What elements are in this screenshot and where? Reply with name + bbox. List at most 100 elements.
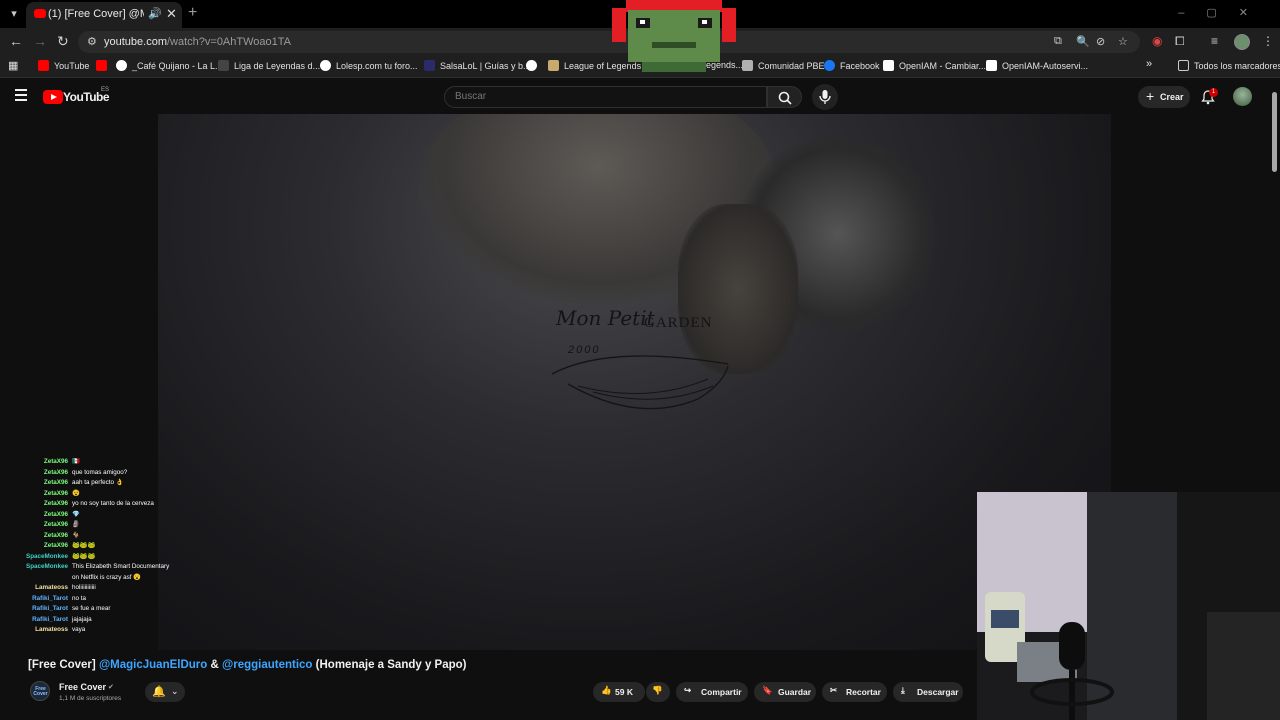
chat-message-text: 🐐 — [72, 531, 80, 539]
page-scrollbar[interactable] — [1272, 92, 1277, 172]
bookmark-openiam-autoservi[interactable]: OpenIAM-Autoservi... — [986, 60, 1088, 71]
chat-username[interactable]: ZetaX96 — [0, 500, 68, 508]
menu-icon[interactable] — [15, 89, 29, 101]
chat-message-text: aah ta perfecto 👌 — [72, 479, 124, 486]
share-icon: ↪ — [684, 685, 692, 695]
chat-username[interactable]: ZetaX96 — [0, 532, 68, 540]
chat-username[interactable]: Lamateoss — [0, 584, 68, 592]
chat-message-text: que tomas amigoo? — [72, 468, 128, 476]
globe-icon — [320, 60, 331, 71]
bookmark-openiam-cambiar[interactable]: OpenIAM - Cambiar... — [883, 60, 986, 71]
video-player[interactable]: Mon Petit GARDEN 2000 — [158, 114, 1111, 650]
more-bookmarks-icon[interactable]: » — [1146, 58, 1152, 70]
tab-search-icon[interactable]: ▾ — [6, 6, 22, 22]
dislike-button[interactable]: 👎 — [646, 682, 670, 702]
media-controls-icon[interactable]: ≡ — [1211, 34, 1218, 48]
speaker-icon[interactable]: 🔊 — [148, 7, 162, 20]
youtube-logo-icon[interactable] — [43, 90, 63, 104]
chat-message-text: 🐸🐸🐸 — [72, 552, 96, 560]
bookmark-cafe-quijano[interactable]: _Café Quijano - La L... — [116, 60, 223, 71]
forward-icon[interactable]: → — [33, 33, 47, 49]
zoom-icon[interactable]: 🔍 — [1076, 35, 1090, 48]
subscription-notifications-button[interactable]: 🔔 ⌄ — [145, 682, 185, 702]
chat-message-text: yo no soy tanto de la cerveza — [72, 500, 154, 507]
bookmark-salsalol[interactable]: SalsaLoL | Guías y b... — [424, 60, 531, 71]
search-button[interactable] — [767, 86, 802, 108]
create-button[interactable]: + Crear — [1138, 86, 1190, 108]
close-tab-icon[interactable]: ✕ — [166, 6, 177, 22]
chat-message-text: vaya — [72, 626, 86, 633]
chat-username[interactable]: ZetaX96 — [0, 542, 68, 550]
extension-icon[interactable]: ◉ — [1152, 34, 1162, 48]
bookmark-facebook[interactable]: Facebook — [824, 60, 880, 71]
chat-username[interactable]: ZetaX96 — [0, 458, 68, 466]
window-controls[interactable]: –▢✕ — [1178, 6, 1270, 19]
youtube-favicon-icon — [34, 9, 46, 18]
channel-name[interactable]: Free Cover — [59, 682, 106, 692]
account-avatar[interactable] — [1233, 87, 1252, 106]
plus-icon: + — [1146, 88, 1155, 104]
channel-avatar[interactable]: Free Cover — [30, 681, 50, 701]
share-button[interactable]: ↪ Compartir — [676, 682, 748, 702]
voice-search-button[interactable] — [812, 84, 838, 110]
chat-message-text: holiiiiiiiiiii — [72, 584, 96, 591]
site-info-icon[interactable]: ⚙ — [87, 35, 97, 48]
eye-off-icon[interactable]: ⊘ — [1096, 35, 1105, 48]
install-app-icon[interactable]: ⧉ — [1054, 35, 1062, 48]
subscriber-count: 1,1 M de suscriptores — [59, 695, 122, 702]
back-icon[interactable]: ← — [9, 33, 23, 49]
mention-link[interactable]: @MagicJuanElDuro — [99, 659, 207, 671]
chat-username[interactable]: SpaceMonkee — [0, 553, 68, 561]
clip-button[interactable]: ✂ Recortar — [822, 682, 887, 702]
site-icon — [424, 60, 435, 71]
chat-message-text: 🗿 — [72, 521, 80, 528]
reload-icon[interactable]: ↻ — [57, 33, 69, 50]
address-bar[interactable]: ⚙ youtube.com/watch?v=0AhTWoao1TA ⧉ 🔍 ⊘ … — [78, 31, 1140, 53]
youtube-bookmark-icon — [96, 60, 107, 71]
search-input[interactable] — [455, 91, 755, 102]
chat-username[interactable]: Rafiki_Tarot — [0, 595, 68, 603]
download-button[interactable]: ⤓ Descargar — [893, 682, 963, 702]
search-box — [444, 86, 767, 108]
bookmark-comunidad-pbe[interactable]: Comunidad PBE — [742, 60, 825, 71]
apps-grid-icon[interactable]: ▦ — [8, 59, 18, 72]
save-button[interactable]: 🔖 Guardar — [754, 682, 816, 702]
bookmark-globe[interactable] — [526, 60, 542, 71]
chat-username[interactable]: Lamateoss — [0, 626, 68, 634]
chat-username[interactable]: ZetaX96 — [0, 469, 68, 477]
url-text[interactable]: youtube.com/watch?v=0AhTWoao1TA — [104, 36, 291, 48]
mention-link[interactable]: @reggiautentico — [222, 659, 312, 671]
chevron-down-icon: ⌄ — [171, 686, 179, 696]
site-icon — [883, 60, 894, 71]
chat-username[interactable]: SpaceMonkee — [0, 563, 68, 571]
chat-message-text: se fue a mear — [72, 605, 111, 612]
chat-username[interactable]: ZetaX96 — [0, 479, 68, 487]
extensions-puzzle-icon[interactable]: ⧠ — [1175, 34, 1185, 49]
chat-username[interactable]: ZetaX96 — [0, 521, 68, 529]
chat-message-text: on Netflix is crazy asf 😮 — [72, 573, 142, 581]
youtube-bookmark-icon — [38, 60, 49, 71]
browser-menu-icon[interactable]: ⋮ — [1262, 34, 1274, 48]
country-code: ES — [101, 87, 110, 93]
bookmark-liga-leyendas[interactable]: Liga de Leyendas d... — [218, 60, 320, 71]
thumbs-up-icon: 👍 — [601, 685, 612, 695]
lol-icon — [548, 60, 559, 71]
chat-username[interactable]: Rafiki_Tarot — [0, 616, 68, 624]
star-icon[interactable]: ☆ — [1118, 35, 1128, 48]
chat-message-text: 💎 — [72, 510, 80, 518]
bookmark-icon: 🔖 — [762, 685, 773, 695]
bookmark-youtube-2[interactable] — [96, 60, 112, 71]
chat-username[interactable]: ZetaX96 — [0, 511, 68, 519]
frog-mascot-overlay — [612, 0, 736, 72]
bookmark-lolesp[interactable]: Lolesp.com tu foro... — [320, 60, 418, 71]
like-button[interactable]: 👍 59 K — [593, 682, 645, 702]
scissors-icon: ✂ — [830, 685, 838, 695]
browser-tab-active[interactable]: (1) [Free Cover] @MagicJuan 🔊 ✕ — [26, 2, 182, 28]
bookmark-youtube[interactable]: YouTube — [38, 60, 89, 71]
new-tab-button[interactable]: + — [188, 4, 197, 22]
browser-profile-avatar[interactable] — [1234, 34, 1250, 50]
chat-username[interactable]: ZetaX96 — [0, 490, 68, 498]
all-bookmarks-folder[interactable]: Todos los marcadores — [1178, 60, 1280, 71]
chat-username[interactable]: Rafiki_Tarot — [0, 605, 68, 613]
verified-icon: ✔ — [108, 684, 114, 691]
